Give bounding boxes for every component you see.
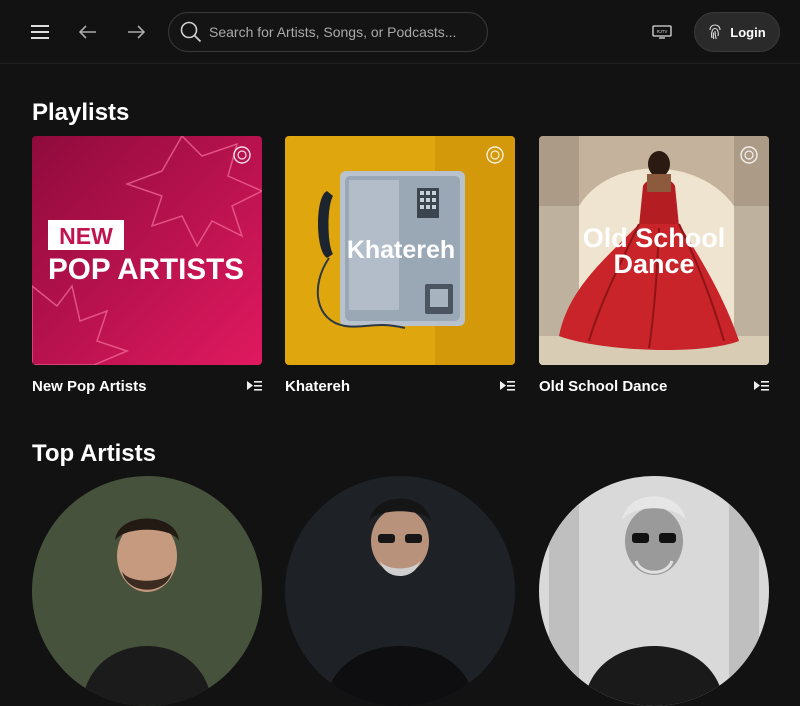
arrow-left-icon[interactable] — [74, 18, 102, 46]
top-artists-heading: Top Artists — [32, 440, 156, 467]
arrow-right-icon[interactable] — [122, 18, 150, 46]
login-label: Login — [730, 24, 766, 40]
fingerprint-icon — [708, 24, 722, 40]
cover-title-line2: Dance — [613, 249, 694, 279]
radio-logo-icon — [232, 145, 252, 165]
playlist-cover-image[interactable]: Old School Dance — [539, 136, 769, 365]
login-button[interactable]: Login — [694, 12, 780, 52]
artist-avatar[interactable] — [539, 476, 769, 706]
search-box[interactable] — [168, 12, 488, 52]
play-queue-icon[interactable] — [499, 379, 515, 393]
artist-avatar[interactable] — [32, 476, 262, 706]
tv-label: RJTV — [657, 29, 668, 34]
hamburger-menu-icon[interactable] — [26, 18, 54, 46]
tv-icon[interactable]: RJTV — [648, 20, 676, 44]
cover-title-text: Khatereh — [347, 236, 455, 264]
playlist-cover-image[interactable]: Khatereh — [285, 136, 515, 365]
playlist-title[interactable]: Old School Dance — [539, 378, 667, 395]
playlist-cover-image[interactable]: NEW POP ARTISTS — [32, 136, 262, 365]
radio-logo-icon — [485, 145, 505, 165]
play-queue-icon[interactable] — [753, 379, 769, 393]
playlist-title[interactable]: Khatereh — [285, 378, 350, 395]
play-queue-icon[interactable] — [246, 379, 262, 393]
cover-title-text: POP ARTISTS — [48, 253, 244, 286]
radio-logo-icon — [739, 145, 759, 165]
cover-badge-text: NEW — [59, 223, 113, 249]
playlist-card[interactable]: Khatereh Khatereh — [285, 136, 515, 395]
artist-avatar[interactable] — [285, 476, 515, 706]
playlist-card[interactable]: Old School Dance Old School Dance — [539, 136, 769, 395]
top-bar: RJTV Login — [0, 0, 800, 64]
playlists-heading: Playlists — [32, 99, 130, 126]
search-input[interactable] — [209, 14, 487, 50]
playlist-card[interactable]: NEW POP ARTISTS New Pop Artists — [32, 136, 262, 395]
playlist-title[interactable]: New Pop Artists — [32, 378, 146, 395]
search-icon — [171, 13, 211, 51]
